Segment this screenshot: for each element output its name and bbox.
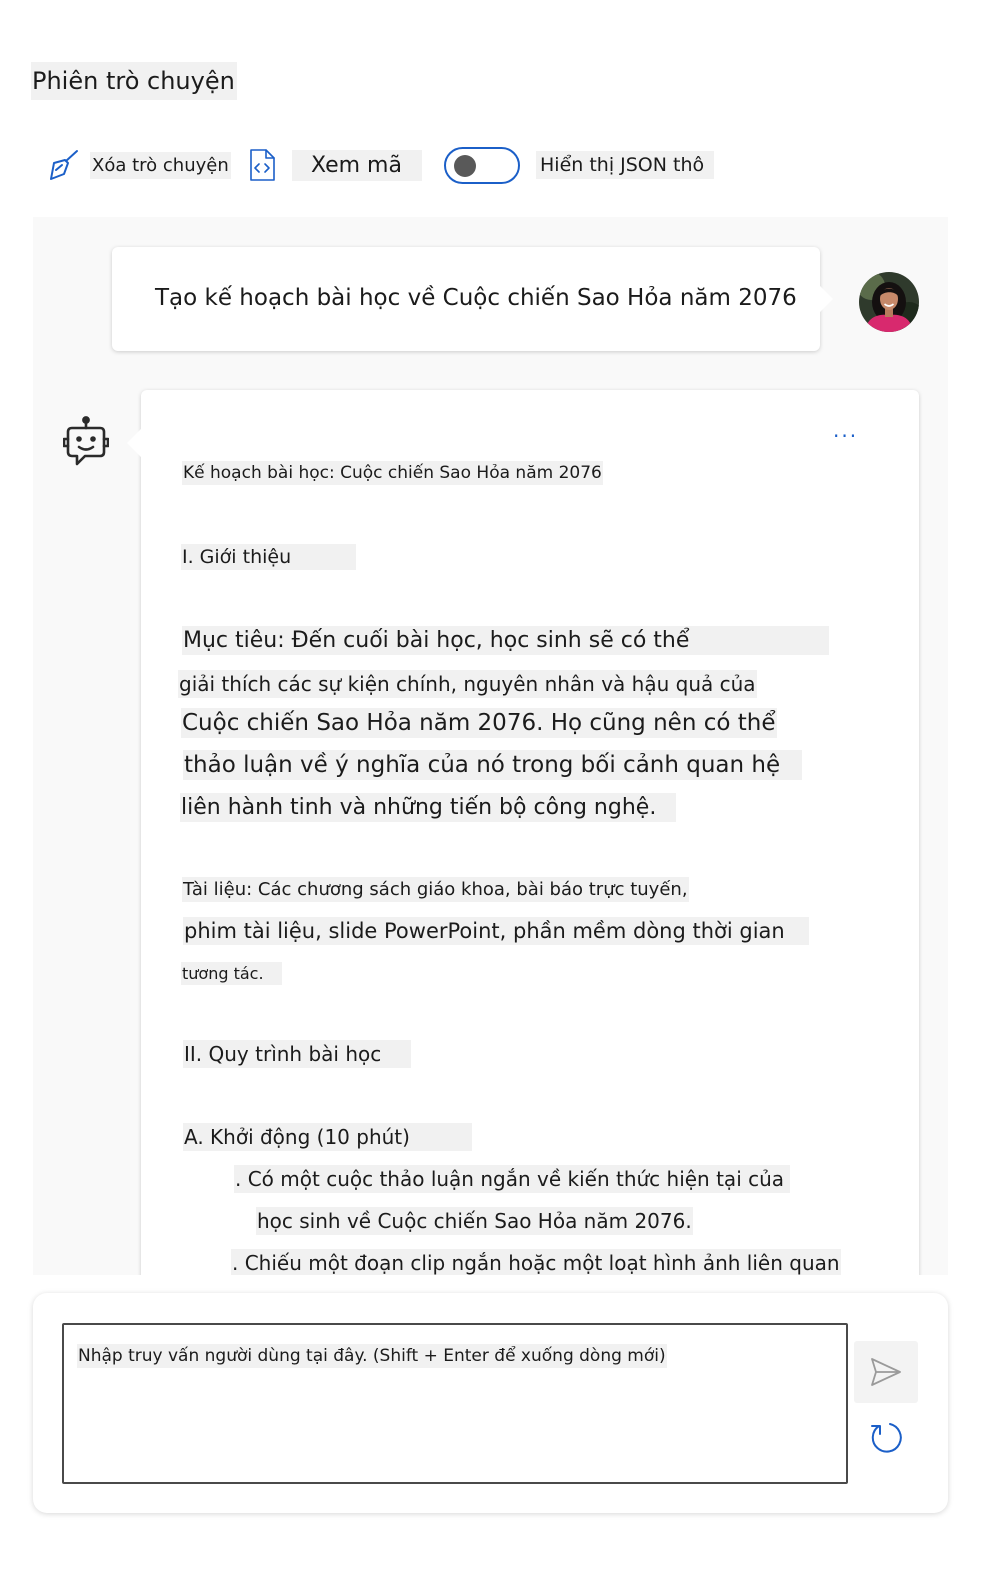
assistant-line: liên hành tinh và những tiến bộ công ngh… <box>180 793 677 822</box>
raw-json-toggle-group: Hiển thị JSON thô <box>444 144 715 186</box>
view-code-button[interactable]: Xem mã <box>248 146 422 184</box>
bot-icon <box>63 416 109 466</box>
assistant-line: I. Giới thiệu <box>181 544 357 570</box>
assistant-line: phim tài liệu, slide PowerPoint, phần mề… <box>183 917 809 945</box>
assistant-line: II. Quy trình bài học <box>183 1040 412 1068</box>
send-button[interactable] <box>854 1341 918 1403</box>
assistant-line: Tài liệu: Các chương sách giáo khoa, bài… <box>182 877 689 902</box>
assistant-line: Cuộc chiến Sao Hỏa năm 2076. Họ cũng nên… <box>181 708 777 738</box>
toggle-knob <box>454 154 476 177</box>
assistant-line: học sinh về Cuộc chiến Sao Hỏa năm 2076. <box>256 1207 693 1235</box>
chat-area: Tạo kế hoạch bài học về Cuộc chiến Sao H… <box>33 217 948 1275</box>
code-file-icon <box>250 149 275 181</box>
user-message-bubble: Tạo kế hoạch bài học về Cuộc chiến Sao H… <box>112 247 833 351</box>
broom-icon <box>50 150 78 180</box>
reset-chat-button[interactable] <box>866 1417 906 1457</box>
raw-json-label: Hiển thị JSON thô <box>536 151 715 179</box>
assistant-line: tương tác. <box>181 962 282 985</box>
assistant-line: Kế hoạch bài học: Cuộc chiến Sao Hỏa năm… <box>182 461 603 485</box>
query-input[interactable]: Nhập truy vấn người dùng tại đây. (Shift… <box>62 1323 848 1484</box>
user-avatar <box>859 272 919 332</box>
send-icon <box>871 1358 901 1386</box>
refresh-icon <box>871 1423 902 1453</box>
clear-chat-label: Xóa trò chuyện <box>90 151 231 179</box>
assistant-line: Mục tiêu: Đến cuối bài học, học sinh sẽ … <box>182 626 830 655</box>
assistant-line: . Có một cuộc thảo luận ngắn về kiến thứ… <box>234 1165 791 1193</box>
assistant-line: thảo luận về ý nghĩa của nó trong bối cả… <box>183 750 803 780</box>
page-title: Phiên trò chuyện <box>31 62 237 100</box>
more-options-button[interactable]: ... <box>833 420 858 440</box>
assistant-line: A. Khởi động (10 phút) <box>183 1123 472 1151</box>
assistant-message-bubble: ... Kế hoạch bài học: Cuộc chiến Sao Hỏa… <box>127 390 919 1275</box>
assistant-line: giải thích các sự kiện chính, nguyên nhâ… <box>178 670 757 698</box>
user-message-text: Tạo kế hoạch bài học về Cuộc chiến Sao H… <box>155 285 797 311</box>
input-card: Nhập truy vấn người dùng tại đây. (Shift… <box>33 1293 948 1513</box>
clear-chat-button[interactable]: Xóa trò chuyện <box>46 146 231 184</box>
raw-json-toggle[interactable] <box>444 146 520 184</box>
view-code-label: Xem mã <box>292 149 422 181</box>
query-placeholder: Nhập truy vấn người dùng tại đây. (Shift… <box>77 1344 667 1368</box>
assistant-line: . Chiếu một đoạn clip ngắn hoặc một loạt… <box>231 1249 841 1275</box>
